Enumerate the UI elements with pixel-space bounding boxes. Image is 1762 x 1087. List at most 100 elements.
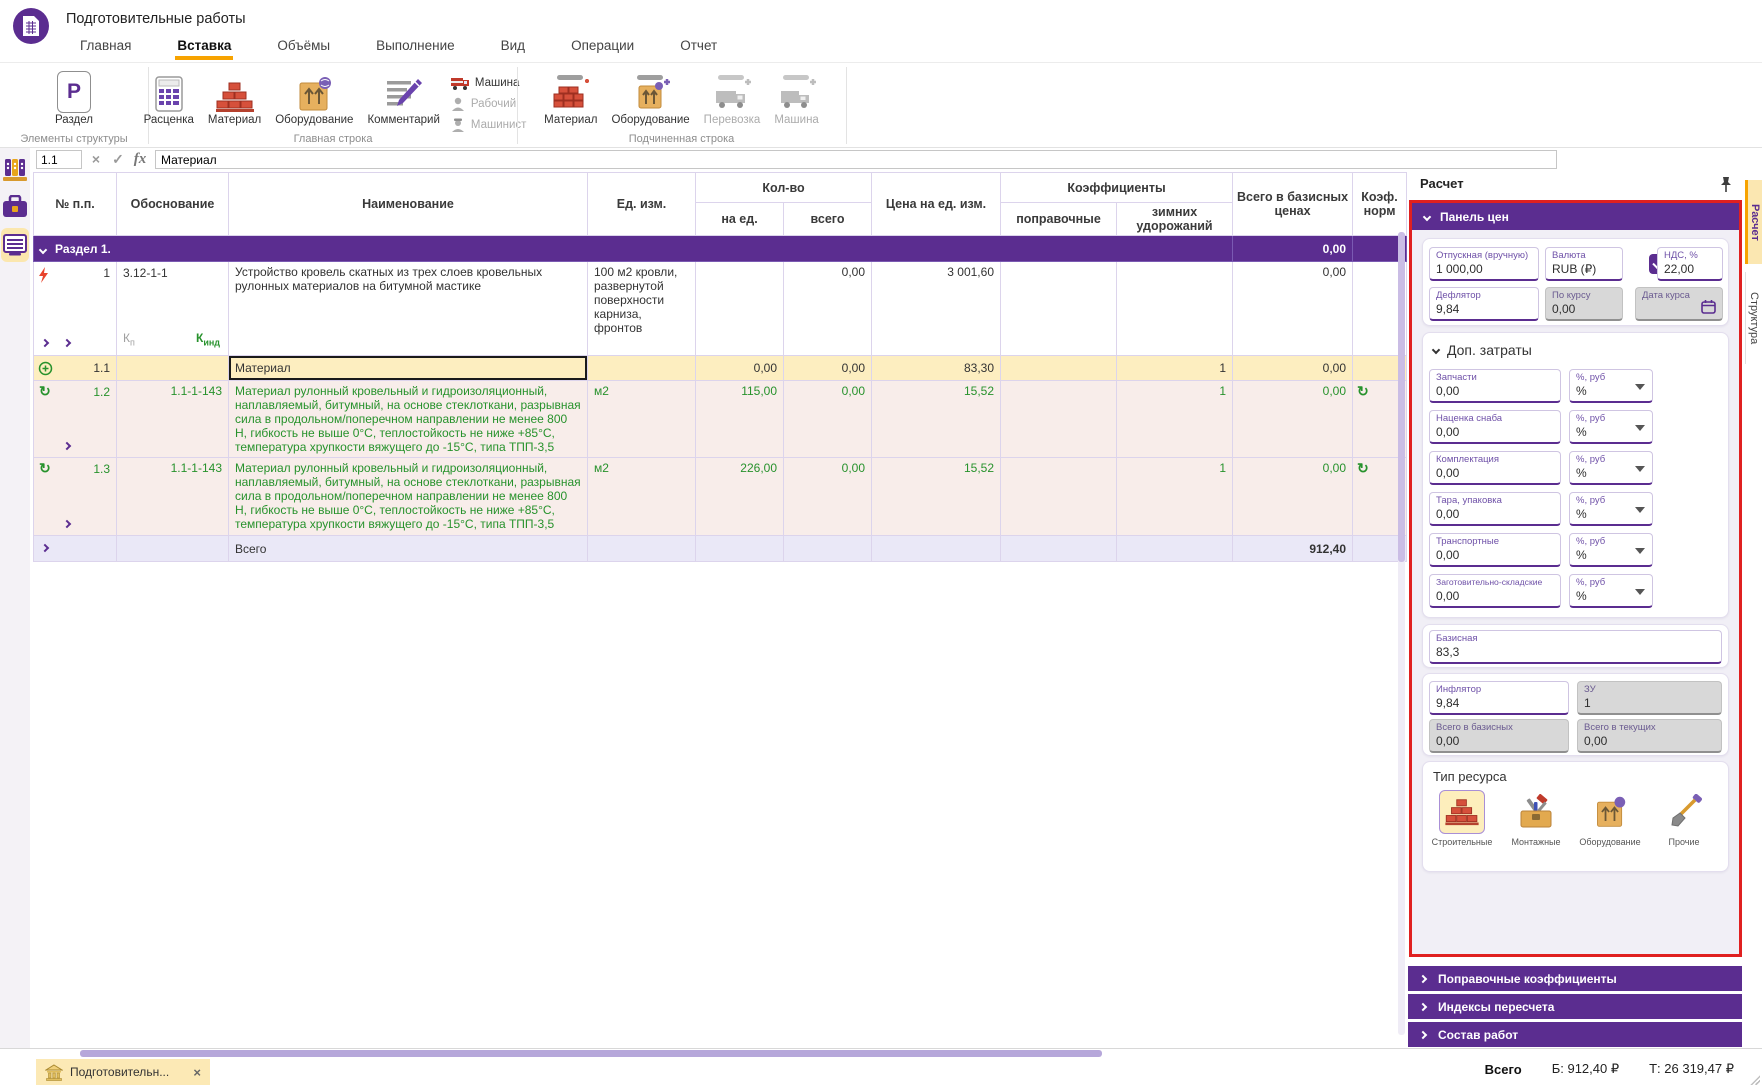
- row-unit-cell[interactable]: м2: [588, 381, 696, 458]
- expand-chevron-icon[interactable]: [41, 544, 49, 552]
- menu-tab-otchet[interactable]: Отчет: [678, 34, 719, 60]
- binders-view-button[interactable]: [0, 152, 30, 186]
- mashina-button[interactable]: Машина: [450, 74, 527, 92]
- expand-chevron-icon[interactable]: [63, 520, 71, 528]
- kommentarij-button[interactable]: Комментарий: [363, 69, 443, 128]
- komplekt-unit-select[interactable]: %, руб%: [1569, 451, 1653, 485]
- expand-chevron-icon[interactable]: [63, 339, 71, 347]
- expand-chevron-icon[interactable]: [63, 442, 71, 450]
- section-total-cell[interactable]: 0,00: [1233, 236, 1353, 262]
- total-row[interactable]: Всего 912,40: [34, 536, 1407, 562]
- rabochij-button[interactable]: Рабочий: [450, 95, 527, 113]
- material-button[interactable]: Материал: [204, 69, 265, 128]
- row-name-cell[interactable]: Материал рулонный кровельный и гидроизол…: [229, 381, 588, 458]
- document-tab[interactable]: Подготовительн... ×: [36, 1059, 210, 1085]
- row-basis-cell[interactable]: 3.12-1-1 Кп Кинд: [117, 262, 229, 356]
- cancel-entry-button[interactable]: ×: [86, 149, 106, 169]
- row-num-cell[interactable]: 1: [34, 262, 117, 356]
- row-num-cell[interactable]: ↻ 1.2: [34, 381, 117, 458]
- deflator-field[interactable]: Дефлятор 9,84: [1429, 287, 1539, 321]
- menu-tab-obyomy[interactable]: Объёмы: [275, 34, 332, 60]
- row-name-cell[interactable]: Материал рулонный кровельный и гидроизол…: [229, 458, 588, 536]
- menu-tab-operacii[interactable]: Операции: [569, 34, 636, 60]
- vertical-scrollbar[interactable]: [1398, 232, 1405, 1035]
- kurs-date-field: Дата курса: [1635, 287, 1723, 321]
- oborudovanie-button[interactable]: Оборудование: [271, 69, 357, 128]
- kp-coefficient[interactable]: Кп: [123, 331, 135, 347]
- menu-tab-vypolnenie[interactable]: Выполнение: [374, 34, 457, 60]
- otpusk-field[interactable]: Отпускная (вручную) 1 000,00: [1429, 247, 1539, 281]
- row-num-cell[interactable]: ↻ 1.3: [34, 458, 117, 536]
- function-button[interactable]: fx: [130, 149, 150, 169]
- komplekt-field[interactable]: Комплектация0,00: [1429, 451, 1561, 485]
- row-price-cell[interactable]: 3 001,60: [872, 262, 1001, 356]
- collapse-chevron-icon[interactable]: [39, 245, 47, 253]
- confirm-entry-button[interactable]: ✓: [108, 149, 128, 169]
- formula-value-input[interactable]: [155, 150, 1557, 169]
- row-total-cell[interactable]: 0,00: [1233, 262, 1353, 356]
- perevozka-button[interactable]: Перевозка: [700, 69, 765, 128]
- row-unit-cell[interactable]: м2: [588, 458, 696, 536]
- resource-prochie-button[interactable]: Прочие: [1649, 790, 1719, 847]
- resource-montazhnye-button[interactable]: Монтажные: [1501, 790, 1571, 847]
- zapchasti-unit-select[interactable]: %, руб%: [1569, 369, 1653, 403]
- sub-mashina-button[interactable]: Машина: [770, 69, 823, 128]
- pin-icon[interactable]: [1719, 176, 1733, 193]
- row-qty-cell[interactable]: 0,00: [784, 262, 872, 356]
- accordion-indeksy[interactable]: Индексы пересчета: [1408, 994, 1742, 1019]
- tara-unit-select[interactable]: %, руб%: [1569, 492, 1653, 526]
- menu-tab-vstavka[interactable]: Вставка: [175, 34, 233, 60]
- section-title-cell[interactable]: Раздел 1.: [34, 236, 1233, 262]
- accordion-sostav-rabot[interactable]: Состав работ: [1408, 1022, 1742, 1047]
- tara-field[interactable]: Тара, упаковка0,00: [1429, 492, 1561, 526]
- row-name-cell[interactable]: Устройство кровель скатных из трех слоев…: [229, 262, 588, 356]
- horizontal-scrollbar[interactable]: [80, 1050, 1102, 1057]
- table-row[interactable]: ↻ 1.3 1.1-1-143 Материал рулонный кровел…: [34, 458, 1407, 536]
- calendar-icon[interactable]: [1701, 299, 1716, 314]
- selected-cell[interactable]: Материал: [229, 356, 588, 381]
- nacenka-field[interactable]: Наценка снаба0,00: [1429, 410, 1561, 444]
- sub-material-button[interactable]: Материал: [540, 69, 601, 128]
- table-row[interactable]: 1 3.12-1-1 Кп Кинд Устройство кровель ск…: [34, 262, 1407, 356]
- row-basis-cell[interactable]: 1.1-1-143: [117, 458, 229, 536]
- resource-stroitelnye-button[interactable]: Строительные: [1427, 790, 1497, 847]
- nds-field[interactable]: НДС, % 22,00: [1657, 247, 1723, 281]
- row-basis-cell[interactable]: 1.1-1-143: [117, 381, 229, 458]
- side-tab-struktura[interactable]: Структура: [1745, 272, 1762, 364]
- resize-grip[interactable]: [1749, 1074, 1760, 1085]
- mashinist-button[interactable]: Машинист: [450, 116, 527, 134]
- price-panel-header[interactable]: Панель цен: [1412, 203, 1739, 230]
- bazisnaya-field[interactable]: Базисная83,3: [1429, 630, 1722, 664]
- transport-field[interactable]: Транспортные0,00: [1429, 533, 1561, 567]
- estimate-view-button[interactable]: [1, 228, 29, 262]
- side-tab-raschet[interactable]: Расчет: [1745, 180, 1762, 264]
- razdel-button[interactable]: P Раздел: [51, 69, 97, 128]
- sub-oborudovanie-button[interactable]: Оборудование: [607, 69, 693, 128]
- close-icon[interactable]: ×: [193, 1065, 201, 1080]
- resource-oborudovanie-button[interactable]: Оборудование: [1575, 790, 1645, 847]
- zagotovit-field[interactable]: Заготовительно-складские0,00: [1429, 574, 1561, 608]
- col-qty: Кол-во: [696, 173, 872, 203]
- accordion-popravochnye[interactable]: Поправочные коэффициенты: [1408, 966, 1742, 991]
- kind-coefficient[interactable]: Кинд: [196, 331, 220, 347]
- menu-tab-glavnaya[interactable]: Главная: [78, 34, 133, 60]
- zagotovit-unit-select[interactable]: %, руб%: [1569, 574, 1653, 608]
- expand-chevron-icon[interactable]: [41, 339, 49, 347]
- extra-costs-header[interactable]: Доп. затраты: [1433, 342, 1532, 358]
- currency-select[interactable]: Валюта RUB (₽): [1545, 247, 1623, 281]
- transport-unit-select[interactable]: %, руб%: [1569, 533, 1653, 567]
- row-num-cell[interactable]: 1.1: [34, 356, 117, 381]
- rascenka-button[interactable]: Расценка: [140, 69, 198, 128]
- menu-tab-vid[interactable]: Вид: [499, 34, 527, 60]
- scrollbar-thumb[interactable]: [1398, 232, 1405, 562]
- table-row[interactable]: 1.1 Материал 0,00 0,00 83,30 1 0,00: [34, 356, 1407, 381]
- cell-reference-input[interactable]: [36, 150, 82, 169]
- inflator-field[interactable]: Инфлятор9,84: [1429, 681, 1569, 715]
- nacenka-unit-select[interactable]: %, руб%: [1569, 410, 1653, 444]
- zapchasti-field[interactable]: Запчасти0,00: [1429, 369, 1561, 403]
- briefcase-view-button[interactable]: [0, 190, 30, 224]
- add-circle-icon[interactable]: [38, 361, 53, 376]
- row-unit-cell[interactable]: 100 м2 кровли, развернутой поверхности к…: [588, 262, 696, 356]
- section-row[interactable]: Раздел 1. 0,00: [34, 236, 1407, 262]
- table-row[interactable]: ↻ 1.2 1.1-1-143 Материал рулонный кровел…: [34, 381, 1407, 458]
